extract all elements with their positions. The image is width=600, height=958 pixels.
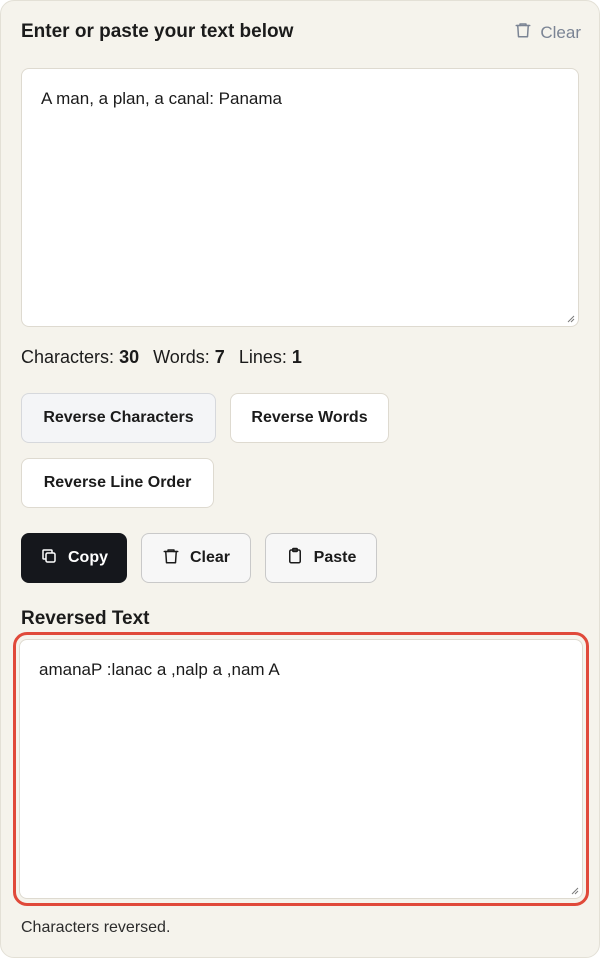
- header-clear-label: Clear: [540, 22, 581, 42]
- header-clear-button[interactable]: Clear: [514, 21, 581, 44]
- input-heading: Enter or paste your text below: [21, 21, 294, 42]
- text-stats: Characters: 30 Words: 7 Lines: 1: [21, 347, 302, 368]
- characters-stat: Characters: 30: [21, 347, 139, 368]
- resize-grip-icon[interactable]: [569, 885, 579, 895]
- paste-button[interactable]: Paste: [265, 533, 377, 583]
- copy-button[interactable]: Copy: [21, 533, 127, 583]
- status-message: Characters reversed.: [21, 919, 171, 936]
- clipboard-icon: [286, 547, 304, 570]
- reverse-line-order-label: Reverse Line Order: [43, 474, 192, 491]
- reverse-line-order-button[interactable]: Reverse Line Order: [21, 458, 214, 508]
- lines-stat: Lines: 1: [239, 347, 302, 368]
- output-heading: Reversed Text: [21, 608, 150, 629]
- characters-count: 30: [119, 347, 140, 367]
- resize-grip-icon[interactable]: [565, 313, 575, 323]
- words-label: Words:: [153, 347, 210, 367]
- clear-button[interactable]: Clear: [141, 533, 251, 583]
- paste-label: Paste: [313, 549, 357, 566]
- output-textarea[interactable]: amanaP :lanac a ,nalp a ,nam A: [19, 639, 583, 899]
- copy-label: Copy: [68, 549, 108, 566]
- reverse-text-panel: Enter or paste your text below Clear A m…: [0, 0, 600, 958]
- clear-label: Clear: [189, 549, 231, 566]
- words-stat: Words: 7: [153, 347, 225, 368]
- input-text: A man, a plan, a canal: Panama: [41, 89, 282, 108]
- lines-label: Lines:: [238, 347, 287, 367]
- reverse-words-label: Reverse Words: [251, 409, 368, 426]
- words-count: 7: [214, 347, 225, 367]
- trash-icon: [162, 547, 180, 570]
- reverse-words-button[interactable]: Reverse Words: [230, 393, 389, 443]
- trash-icon: [514, 21, 532, 44]
- copy-icon: [40, 547, 58, 570]
- lines-count: 1: [291, 347, 302, 367]
- reverse-characters-label: Reverse Characters: [43, 409, 194, 426]
- reverse-characters-button[interactable]: Reverse Characters: [21, 393, 216, 443]
- output-text: amanaP :lanac a ,nalp a ,nam A: [39, 660, 280, 679]
- characters-label: Characters:: [21, 347, 115, 367]
- input-textarea[interactable]: A man, a plan, a canal: Panama: [21, 68, 579, 327]
